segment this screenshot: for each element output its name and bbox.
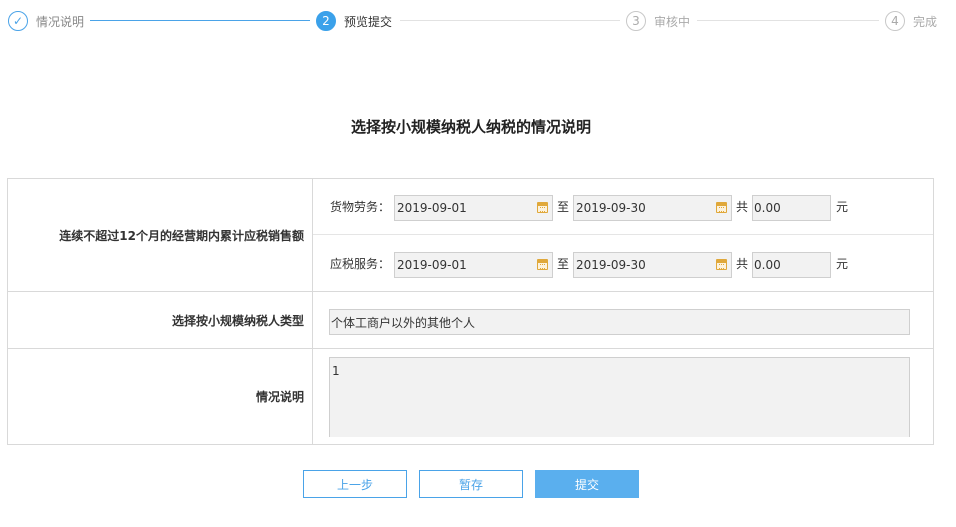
sales-values: 货物劳务： 2019-09-01 至 2019-09-30 共 0.00 元 应… (313, 179, 933, 291)
goods-to-text: 至 (557, 200, 570, 214)
sales-row: 连续不超过12个月的经营期内累计应税销售额 货物劳务： 2019-09-01 至… (8, 179, 933, 292)
step-3-number: 3 (626, 11, 646, 31)
goods-start-date-field[interactable]: 2019-09-01 (394, 195, 553, 221)
calendar-icon[interactable] (537, 259, 548, 270)
step-4-label: 完成 (913, 14, 938, 29)
goods-total-text: 共 (736, 200, 749, 214)
services-end-date-value: 2019-09-30 (576, 258, 646, 272)
step-3-label: 审核中 (654, 14, 691, 29)
progress-stepper: ✓ 情况说明 2 预览提交 3 审核中 4 完成 (0, 0, 956, 44)
prev-step-button[interactable]: 上一步 (303, 470, 407, 498)
form-table: 连续不超过12个月的经营期内累计应税销售额 货物劳务： 2019-09-01 至… (7, 178, 934, 445)
taxpayer-type-field[interactable]: 个体工商户以外的其他个人 (329, 309, 910, 335)
goods-end-date-field[interactable]: 2019-09-30 (573, 195, 732, 221)
services-to-text: 至 (557, 256, 570, 271)
services-total-text: 共 (736, 256, 749, 271)
services-amount-value: 0.00 (754, 258, 781, 272)
goods-amount-field[interactable]: 0.00 (752, 195, 831, 221)
step-1: ✓ 情况说明 (8, 10, 84, 32)
goods-end-date-value: 2019-09-30 (576, 201, 646, 215)
services-unit-text: 元 (836, 256, 849, 271)
save-draft-button[interactable]: 暂存 (419, 470, 523, 498)
services-amount-field[interactable]: 0.00 (752, 252, 831, 278)
step-2-number: 2 (316, 11, 336, 31)
taxpayer-type-values: 个体工商户以外的其他个人 (313, 292, 933, 348)
step-connector-2 (400, 20, 620, 21)
services-end-date-field[interactable]: 2019-09-30 (573, 252, 732, 278)
step-1-label: 情况说明 (36, 14, 85, 29)
step-connector-1 (90, 20, 310, 21)
services-start-date-field[interactable]: 2019-09-01 (394, 252, 553, 278)
step-4-number: 4 (885, 11, 905, 31)
goods-amount-value: 0.00 (754, 201, 781, 215)
taxpayer-type-label: 选择按小规模纳税人类型 (8, 292, 313, 348)
taxpayer-type-value: 个体工商户以外的其他个人 (331, 315, 476, 330)
services-label: 应税服务： (330, 256, 391, 271)
goods-unit-text: 元 (836, 200, 849, 214)
step-2: 2 预览提交 (316, 10, 392, 32)
services-subrow: 应税服务： 2019-09-01 至 2019-09-30 共 0.00 元 (313, 235, 933, 291)
goods-subrow: 货物劳务： 2019-09-01 至 2019-09-30 共 0.00 元 (313, 179, 933, 235)
step-3: 3 审核中 (626, 10, 690, 32)
sales-label: 连续不超过12个月的经营期内累计应税销售额 (8, 179, 313, 291)
calendar-icon[interactable] (716, 202, 727, 213)
calendar-icon[interactable] (716, 259, 727, 270)
step-2-label: 预览提交 (344, 14, 393, 29)
goods-start-date-value: 2019-09-01 (397, 201, 467, 215)
description-values: 1 (313, 349, 933, 444)
step-connector-3 (697, 20, 879, 21)
submit-button[interactable]: 提交 (535, 470, 639, 498)
description-value: 1 (332, 364, 340, 378)
step-1-check-icon: ✓ (8, 11, 28, 31)
goods-label: 货物劳务： (330, 200, 391, 214)
page: ✓ 情况说明 2 预览提交 3 审核中 4 完成 选择按小规模纳税人纳税的情况说… (0, 0, 956, 527)
form-title: 选择按小规模纳税人纳税的情况说明 (350, 118, 591, 136)
description-row: 情况说明 1 (8, 349, 933, 444)
calendar-icon[interactable] (537, 202, 548, 213)
taxpayer-type-row: 选择按小规模纳税人类型 个体工商户以外的其他个人 (8, 292, 933, 349)
description-textarea[interactable]: 1 (329, 357, 910, 437)
step-4: 4 完成 (885, 10, 937, 32)
description-label: 情况说明 (8, 349, 313, 444)
services-start-date-value: 2019-09-01 (397, 258, 467, 272)
